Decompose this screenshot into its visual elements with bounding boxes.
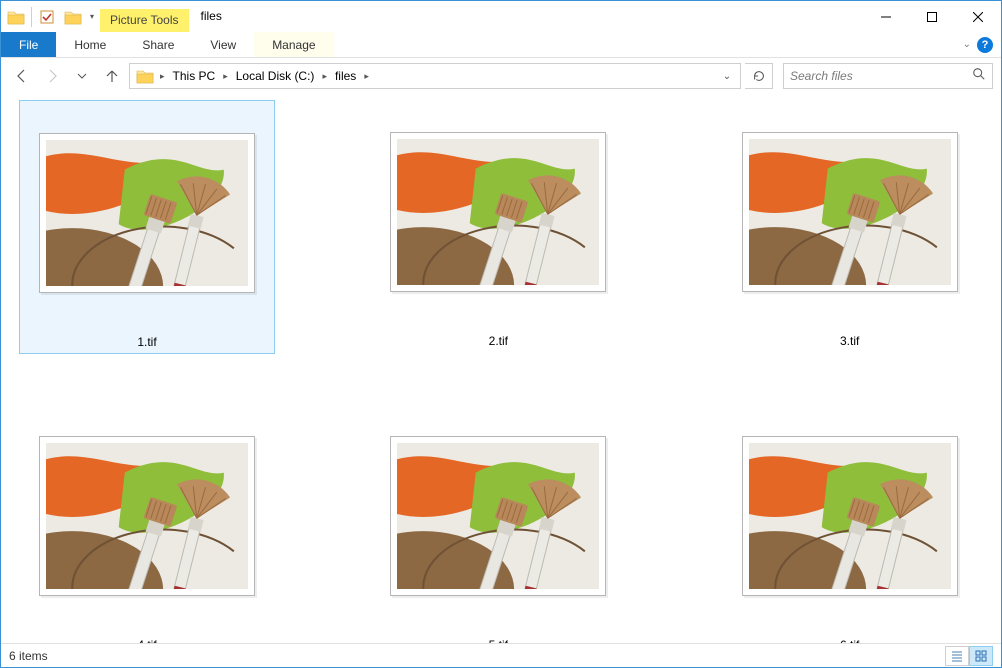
breadcrumb-local-disk[interactable]: Local Disk (C:)	[230, 64, 321, 88]
file-name-label: 3.tif	[840, 334, 859, 348]
expand-ribbon-icon[interactable]: ⌄	[963, 39, 971, 50]
tab-home[interactable]: Home	[56, 32, 124, 57]
qat-folder-icon[interactable]	[4, 5, 28, 29]
title-bar: ▾ Picture Tools files	[1, 1, 1001, 32]
breadcrumb-this-pc[interactable]: This PC	[167, 64, 222, 88]
qat-divider	[31, 7, 32, 27]
file-thumbnail	[39, 436, 255, 596]
quick-access-toolbar: ▾	[1, 1, 100, 32]
contextual-tab-area: Picture Tools	[100, 1, 188, 32]
file-item[interactable]: 2.tif	[370, 100, 626, 354]
recent-locations-button[interactable]	[69, 63, 95, 89]
file-thumbnail	[390, 436, 606, 596]
address-bar[interactable]: ▸ This PC ▸ Local Disk (C:) ▸ files ▸ ⌄	[129, 63, 741, 89]
up-button[interactable]	[99, 63, 125, 89]
help-icon[interactable]: ?	[977, 37, 993, 53]
breadcrumb-files[interactable]: files	[329, 64, 362, 88]
file-view[interactable]: 1.tif 2.tif 3.tif 4.tif 5.tif 6.tif	[1, 94, 1001, 643]
view-switcher	[945, 646, 993, 666]
tab-view[interactable]: View	[192, 32, 254, 57]
thumbnails-view-button[interactable]	[969, 646, 993, 666]
tab-manage[interactable]: Manage	[254, 32, 333, 57]
close-button[interactable]	[955, 1, 1001, 32]
chevron-right-icon[interactable]: ▸	[221, 71, 230, 82]
qat-properties-icon[interactable]	[35, 5, 59, 29]
details-view-button[interactable]	[945, 646, 969, 666]
qat-new-folder-icon[interactable]	[61, 5, 85, 29]
back-button[interactable]	[9, 63, 35, 89]
tab-share[interactable]: Share	[124, 32, 192, 57]
forward-button	[39, 63, 65, 89]
status-bar: 6 items	[1, 643, 1001, 667]
search-icon[interactable]	[972, 67, 986, 86]
file-item[interactable]: 4.tif	[19, 404, 275, 643]
file-item[interactable]: 3.tif	[722, 100, 978, 354]
file-name-label: 2.tif	[489, 334, 508, 348]
file-thumbnail	[39, 133, 255, 293]
file-thumbnail	[742, 436, 958, 596]
file-thumbnail	[742, 132, 958, 292]
refresh-button[interactable]	[745, 63, 773, 89]
search-input[interactable]	[790, 69, 972, 83]
chevron-right-icon[interactable]: ▸	[158, 71, 167, 82]
qat-customize-icon[interactable]: ▾	[86, 12, 98, 21]
file-thumbnail	[390, 132, 606, 292]
search-box[interactable]	[783, 63, 993, 89]
ribbon-tabs: File Home Share View Manage ⌄ ?	[1, 32, 1001, 58]
address-folder-icon	[136, 68, 154, 84]
chevron-right-icon[interactable]: ▸	[362, 71, 371, 82]
file-item[interactable]: 5.tif	[370, 404, 626, 643]
navigation-bar: ▸ This PC ▸ Local Disk (C:) ▸ files ▸ ⌄	[1, 58, 1001, 94]
window-controls	[863, 1, 1001, 32]
file-item[interactable]: 6.tif	[722, 404, 978, 643]
chevron-right-icon[interactable]: ▸	[320, 71, 329, 82]
tab-file[interactable]: File	[1, 32, 56, 57]
maximize-button[interactable]	[909, 1, 955, 32]
file-name-label: 1.tif	[137, 335, 156, 349]
window-title: files	[189, 1, 234, 32]
file-item[interactable]: 1.tif	[19, 100, 275, 354]
contextual-tab-picture-tools[interactable]: Picture Tools	[100, 9, 188, 32]
address-history-icon[interactable]: ⌄	[716, 71, 738, 82]
status-item-count: 6 items	[9, 649, 48, 663]
minimize-button[interactable]	[863, 1, 909, 32]
